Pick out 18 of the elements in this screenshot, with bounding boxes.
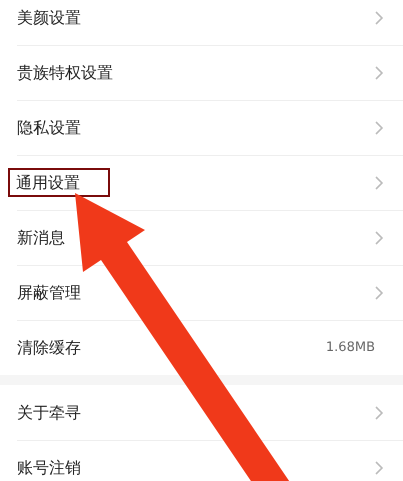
chevron-icon xyxy=(375,120,383,134)
setting-label[interactable]: 新消息 xyxy=(17,228,65,248)
setting-label[interactable]: 通用设置 xyxy=(10,170,108,196)
chevron-icon xyxy=(375,460,383,474)
setting-label[interactable]: 屏蔽管理 xyxy=(17,282,81,302)
setting-label[interactable]: 账号注销 xyxy=(17,458,81,478)
setting-label[interactable]: 隐私设置 xyxy=(17,118,81,138)
chevron-icon xyxy=(375,230,383,244)
setting-label[interactable]: 美颜设置 xyxy=(17,8,81,28)
setting-label[interactable]: 关于牵寻 xyxy=(17,402,81,422)
setting-label[interactable]: 贵族特权设置 xyxy=(17,62,113,82)
setting-label[interactable]: 清除缓存 xyxy=(17,338,81,358)
chevron-icon xyxy=(375,10,383,24)
cache-size: 1.68MB xyxy=(326,338,375,357)
chevron-icon xyxy=(375,286,383,300)
chevron-icon xyxy=(375,176,383,190)
chevron-icon xyxy=(375,406,383,420)
chevron-icon xyxy=(375,66,383,80)
